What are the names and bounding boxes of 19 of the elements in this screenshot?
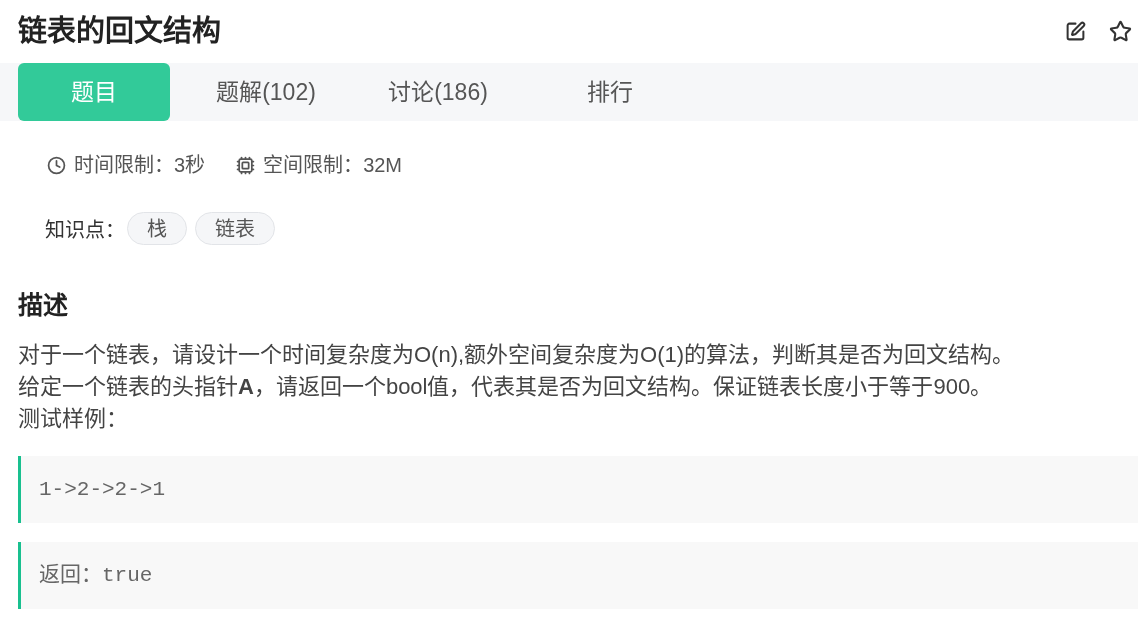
description-text: 给定一个链表的头指针A，请返回一个bool值，代表其是否为回文结构。保证链表长度小于等于900。 (18, 373, 994, 401)
topic-tag[interactable]: 链表 (195, 212, 275, 245)
star-icon[interactable] (1108, 19, 1132, 44)
clock-icon (47, 155, 66, 175)
tab[interactable]: 题解(102) (190, 63, 342, 121)
chip-icon (236, 155, 256, 175)
page-title: 链表的回文结构 (18, 17, 221, 46)
limit-text: 时间限制：3秒 (74, 153, 206, 178)
code-text: 返回：true (39, 562, 153, 589)
tab[interactable]: 讨论(186) (362, 63, 514, 121)
section-heading: 描述 (18, 290, 69, 320)
tab[interactable]: 排行 (534, 63, 686, 121)
knowledge-label: 知识点： (45, 218, 125, 243)
edit-icon[interactable] (1064, 20, 1086, 43)
limit-text: 空间限制：32M (263, 153, 403, 178)
description-text: 对于一个链表，请设计一个时间复杂度为O(n),额外空间复杂度为O(1)的算法，判断其是否为回文结构。 (18, 341, 1016, 369)
topic-tag[interactable]: 栈 (127, 212, 187, 245)
code-text: 1->2->2->1 (39, 476, 166, 503)
description-text: 测试样例： (18, 405, 129, 433)
